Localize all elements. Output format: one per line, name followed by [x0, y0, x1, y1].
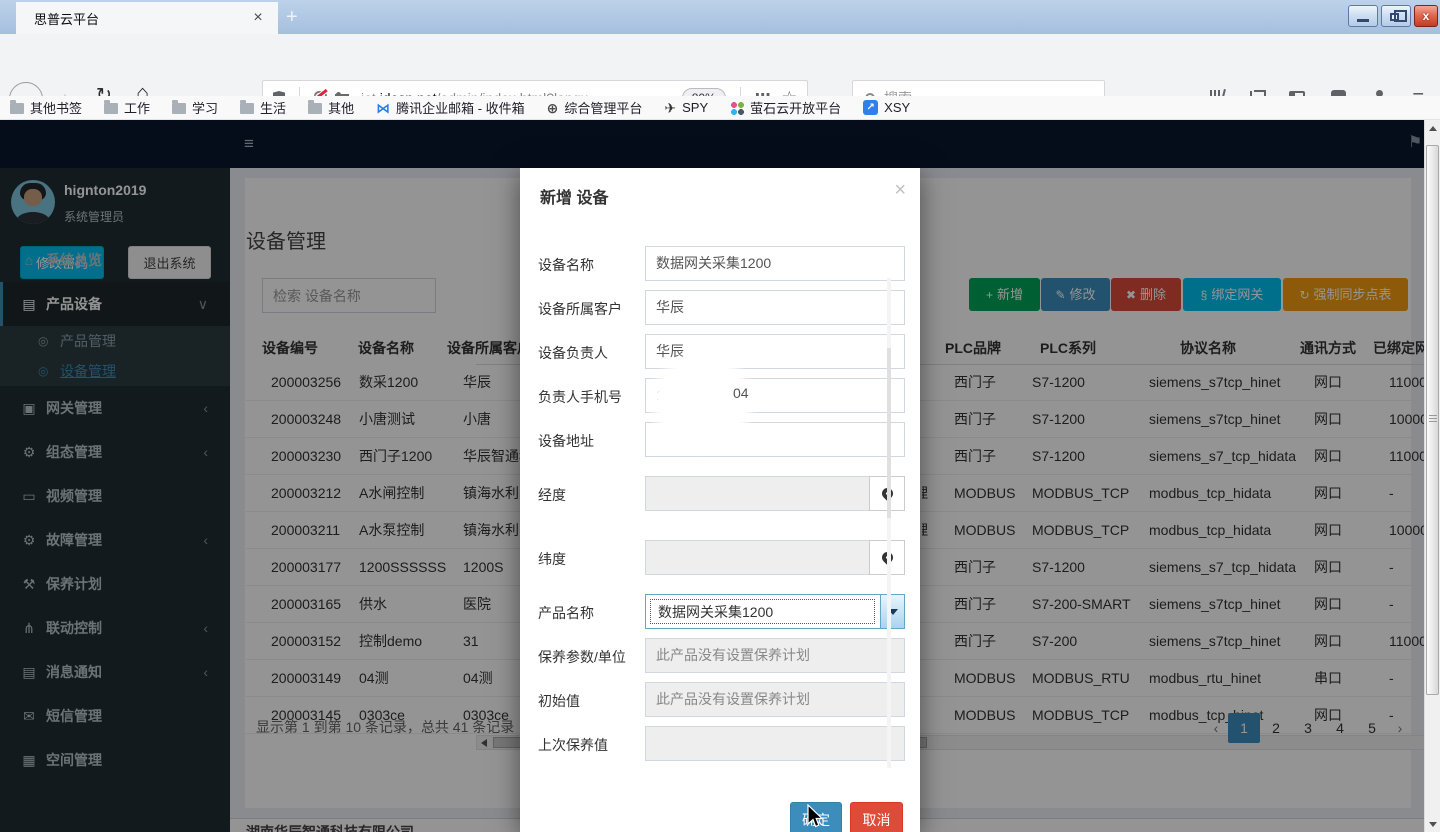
bookmark-label: 综合管理平台: [564, 98, 642, 117]
scrollbar-thumb[interactable]: [1426, 145, 1439, 695]
tab-title: 思普云平台: [34, 9, 248, 28]
folder-icon: [172, 103, 186, 114]
bookmark-item[interactable]: 工作: [104, 98, 150, 117]
folder-icon: [104, 103, 118, 114]
privacy-redaction-blob: [658, 360, 746, 444]
bookmark-label: 生活: [260, 98, 286, 117]
window-close-button[interactable]: x: [1414, 5, 1438, 27]
bookmarks-bar: 其他书签 工作 学习 生活 其他 ⋈ 腾讯企业邮箱 - 收件箱 ⊕ 综合管理平台 ✈ SPY 萤石云开…: [0, 96, 1440, 120]
bookmark-label: 萤石云开放平台: [750, 98, 841, 117]
bookmark-item[interactable]: 学习: [172, 98, 218, 117]
modal-title: 新增 设备: [540, 184, 608, 208]
field-input-上次保养值: [645, 726, 905, 761]
bookmark-item[interactable]: 生活: [240, 98, 286, 117]
field-label: 设备地址: [538, 431, 594, 451]
bookmark-item[interactable]: ⋈ 腾讯企业邮箱 - 收件箱: [376, 98, 525, 117]
scroll-up-button[interactable]: [1425, 120, 1440, 136]
field-label: 上次保养值: [538, 735, 608, 755]
browser-window: 思普云平台 × + x ← → ↻ ⌂ iot.idosp.net/admin/…: [0, 0, 1440, 832]
folder-icon: [308, 103, 322, 114]
add-device-modal: 新增 设备 × 设备名称数据网关采集1200设备所属客户华辰设备负责人华辰负责人…: [520, 168, 920, 832]
field-input-经度[interactable]: [645, 476, 870, 511]
restore-icon: [1390, 13, 1399, 21]
app-viewport: ≡ ⚑ hignton2019 系统管理员 修改密码 退出系统 ⌂系统总览▤产品…: [0, 120, 1424, 832]
field-label: 设备所属客户: [538, 299, 622, 319]
folder-icon: [240, 103, 254, 114]
bookmark-label: 其他: [328, 98, 354, 117]
ys7-icon: [730, 101, 744, 115]
folder-icon: [10, 103, 24, 114]
tab-close-icon[interactable]: ×: [248, 9, 268, 27]
field-label: 设备负责人: [538, 343, 608, 363]
mouse-cursor: [806, 804, 824, 830]
arrow-down-icon: [1429, 822, 1437, 827]
field-label: 保养参数/单位: [538, 647, 626, 667]
field-input-初始值: 此产品没有设置保养计划: [645, 682, 905, 717]
xsy-icon: ↗: [863, 100, 878, 115]
field-label: 设备名称: [538, 255, 594, 275]
bookmark-item[interactable]: 萤石云开放平台: [730, 98, 841, 117]
field-label: 负责人手机号: [538, 387, 622, 407]
bookmark-item[interactable]: 其他: [308, 98, 354, 117]
bookmark-item[interactable]: 其他书签: [10, 98, 82, 117]
scroll-down-button[interactable]: [1425, 816, 1440, 832]
field-label: 经度: [538, 485, 566, 505]
field-input-设备名称[interactable]: 数据网关采集1200: [645, 246, 905, 281]
globe-icon: ⊕: [547, 101, 559, 115]
field-select-产品名称[interactable]: 数据网关采集1200: [645, 594, 905, 629]
new-tab-button[interactable]: +: [286, 4, 298, 30]
arrow-up-icon: [1429, 126, 1437, 131]
window-restore-button[interactable]: [1381, 5, 1411, 27]
bookmark-item[interactable]: ✈ SPY: [664, 100, 708, 115]
field-input-纬度[interactable]: [645, 540, 870, 575]
minimize-icon: [1357, 19, 1369, 22]
redacted-value-end: 04: [733, 385, 749, 401]
browser-navbar: ← → ↻ ⌂ iot.idosp.net/admin/index.html?l…: [0, 34, 1440, 96]
field-label: 产品名称: [538, 603, 594, 623]
cancel-button[interactable]: 取消: [850, 802, 903, 832]
modal-scrollbar[interactable]: [887, 278, 891, 768]
field-input-保养参数/单位: 此产品没有设置保养计划: [645, 638, 905, 673]
bookmark-item[interactable]: ↗ XSY: [863, 100, 910, 115]
field-label: 纬度: [538, 549, 566, 569]
window-minimize-button[interactable]: [1348, 5, 1378, 27]
tencent-mail-icon: ⋈: [376, 101, 390, 115]
bookmark-label: 学习: [192, 98, 218, 117]
bookmark-label: 腾讯企业邮箱 - 收件箱: [396, 98, 525, 117]
bookmark-label: 其他书签: [30, 98, 82, 117]
select-value: 数据网关采集1200: [658, 602, 773, 622]
dropdown-button[interactable]: [880, 595, 904, 628]
bookmark-item[interactable]: ⊕ 综合管理平台: [547, 98, 643, 117]
field-label: 初始值: [538, 691, 580, 711]
browser-vertical-scrollbar[interactable]: [1424, 120, 1440, 832]
bookmark-label: XSY: [884, 100, 910, 115]
bookmark-label: SPY: [682, 100, 708, 115]
spy-icon: ✈: [664, 101, 676, 115]
field-input-设备所属客户[interactable]: 华辰: [645, 290, 905, 325]
browser-titlebar: 思普云平台 × + x: [0, 0, 1440, 34]
browser-tab[interactable]: 思普云平台 ×: [16, 2, 278, 34]
modal-close-icon[interactable]: ×: [894, 182, 906, 198]
bookmark-label: 工作: [124, 98, 150, 117]
close-icon: x: [1423, 9, 1430, 23]
